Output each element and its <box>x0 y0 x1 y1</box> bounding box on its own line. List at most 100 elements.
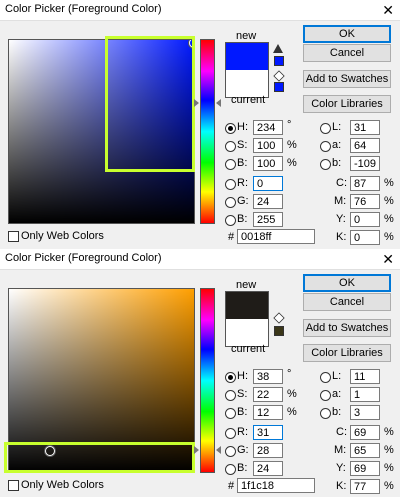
hex-input[interactable]: 1f1c18 <box>237 478 315 493</box>
current-color-swatch[interactable] <box>226 319 268 346</box>
web-safe-swatch[interactable] <box>274 326 284 336</box>
a-input[interactable]: 64 <box>350 138 380 153</box>
y-input[interactable]: 0 <box>350 212 380 227</box>
k-unit: % <box>384 480 394 492</box>
l-radio[interactable] <box>320 372 331 383</box>
s-radio[interactable] <box>225 390 236 401</box>
hue-slider-left-arrow[interactable] <box>194 99 199 107</box>
color-preview <box>225 42 269 98</box>
blue-input[interactable]: 255 <box>253 212 283 227</box>
hue-slider[interactable] <box>200 39 215 224</box>
b-input[interactable]: 12 <box>253 405 283 420</box>
r-input[interactable]: 0 <box>253 176 283 191</box>
m-input[interactable]: 76 <box>350 194 380 209</box>
color-picker-dialog-1: Color Picker (Foreground Color) ✕ new cu… <box>0 0 400 248</box>
hue-slider-left-arrow[interactable] <box>194 446 199 454</box>
hue-slider[interactable] <box>200 288 215 473</box>
g-input[interactable]: 28 <box>253 443 283 458</box>
web-safe-cube-icon[interactable] <box>273 312 285 324</box>
r-radio[interactable] <box>225 428 236 439</box>
hue-slider-right-arrow[interactable] <box>216 99 221 107</box>
highlight-box <box>4 442 195 473</box>
b-radio[interactable] <box>225 408 236 419</box>
color-libraries-button[interactable]: Color Libraries <box>303 95 391 113</box>
h-radio[interactable] <box>225 123 236 134</box>
title-bar: Color Picker (Foreground Color) ✕ <box>0 0 400 21</box>
l-label: L: <box>332 370 342 382</box>
add-to-swatches-button[interactable]: Add to Swatches <box>303 70 391 88</box>
g-radio[interactable] <box>225 197 236 208</box>
out-of-gamut-warning-icon[interactable] <box>273 44 283 53</box>
s-input[interactable]: 100 <box>253 138 283 153</box>
a-input[interactable]: 1 <box>350 387 380 402</box>
m-input[interactable]: 65 <box>350 443 380 458</box>
cancel-button[interactable]: Cancel <box>303 44 391 62</box>
b-radio[interactable] <box>225 159 236 170</box>
web-safe-cube-icon[interactable] <box>273 70 285 82</box>
title-bar: Color Picker (Foreground Color) ✕ <box>0 249 400 270</box>
a-radio[interactable] <box>320 141 331 152</box>
k-input[interactable]: 77 <box>350 479 380 494</box>
gamut-swatch[interactable] <box>274 56 284 66</box>
web-safe-swatch[interactable] <box>274 82 284 92</box>
s-radio[interactable] <box>225 141 236 152</box>
b-label: B: <box>237 157 248 169</box>
a-radio[interactable] <box>320 390 331 401</box>
ok-button[interactable]: OK <box>303 25 391 43</box>
a-label: a: <box>332 388 342 400</box>
current-color-swatch[interactable] <box>226 70 268 97</box>
lab-b-input[interactable]: -109 <box>350 156 380 171</box>
l-input[interactable]: 11 <box>350 369 380 384</box>
s-unit: % <box>287 388 297 400</box>
m-label: M: <box>334 444 347 456</box>
b-input[interactable]: 100 <box>253 156 283 171</box>
new-color-swatch <box>226 292 268 319</box>
k-input[interactable]: 0 <box>350 230 380 245</box>
s-input[interactable]: 22 <box>253 387 283 402</box>
hex-input[interactable]: 0018ff <box>237 229 315 244</box>
new-label: new <box>236 30 257 42</box>
b-label: B: <box>237 406 248 418</box>
blue-radio[interactable] <box>225 464 236 475</box>
r-input[interactable]: 31 <box>253 425 283 440</box>
lab-b-label: b: <box>332 406 342 418</box>
c-input[interactable]: 69 <box>350 425 380 440</box>
lab-b-input[interactable]: 3 <box>350 405 380 420</box>
only-web-colors-label[interactable]: Only Web Colors <box>21 230 104 242</box>
close-icon[interactable]: ✕ <box>382 1 394 19</box>
color-libraries-button[interactable]: Color Libraries <box>303 344 391 362</box>
c-unit: % <box>384 426 394 438</box>
h-radio[interactable] <box>225 372 236 383</box>
l-radio[interactable] <box>320 123 331 134</box>
g-radio[interactable] <box>225 446 236 457</box>
h-unit: ° <box>287 119 292 131</box>
b-unit: % <box>287 157 297 169</box>
new-color-swatch <box>226 43 268 70</box>
add-to-swatches-button[interactable]: Add to Swatches <box>303 319 391 337</box>
hue-slider-right-arrow[interactable] <box>216 446 221 454</box>
h-input[interactable]: 234 <box>253 120 283 135</box>
lab-b-radio[interactable] <box>320 159 331 170</box>
c-unit: % <box>384 177 394 189</box>
y-input[interactable]: 69 <box>350 461 380 476</box>
y-unit: % <box>384 462 394 474</box>
cancel-button[interactable]: Cancel <box>303 293 391 311</box>
dialog-title: Color Picker (Foreground Color) <box>5 3 162 15</box>
l-input[interactable]: 31 <box>350 120 380 135</box>
blue-radio[interactable] <box>225 215 236 226</box>
a-label: a: <box>332 139 342 151</box>
close-icon[interactable]: ✕ <box>382 250 394 268</box>
only-web-colors-checkbox[interactable] <box>8 231 19 242</box>
k-label: K: <box>336 231 347 243</box>
h-input[interactable]: 38 <box>253 369 283 384</box>
h-label: H: <box>237 121 248 133</box>
only-web-colors-checkbox[interactable] <box>8 480 19 491</box>
only-web-colors-label[interactable]: Only Web Colors <box>21 479 104 491</box>
r-radio[interactable] <box>225 179 236 190</box>
ok-button[interactable]: OK <box>303 274 391 292</box>
g-input[interactable]: 24 <box>253 194 283 209</box>
lab-b-radio[interactable] <box>320 408 331 419</box>
m-label: M: <box>334 195 347 207</box>
c-input[interactable]: 87 <box>350 176 380 191</box>
blue-input[interactable]: 24 <box>253 461 283 476</box>
